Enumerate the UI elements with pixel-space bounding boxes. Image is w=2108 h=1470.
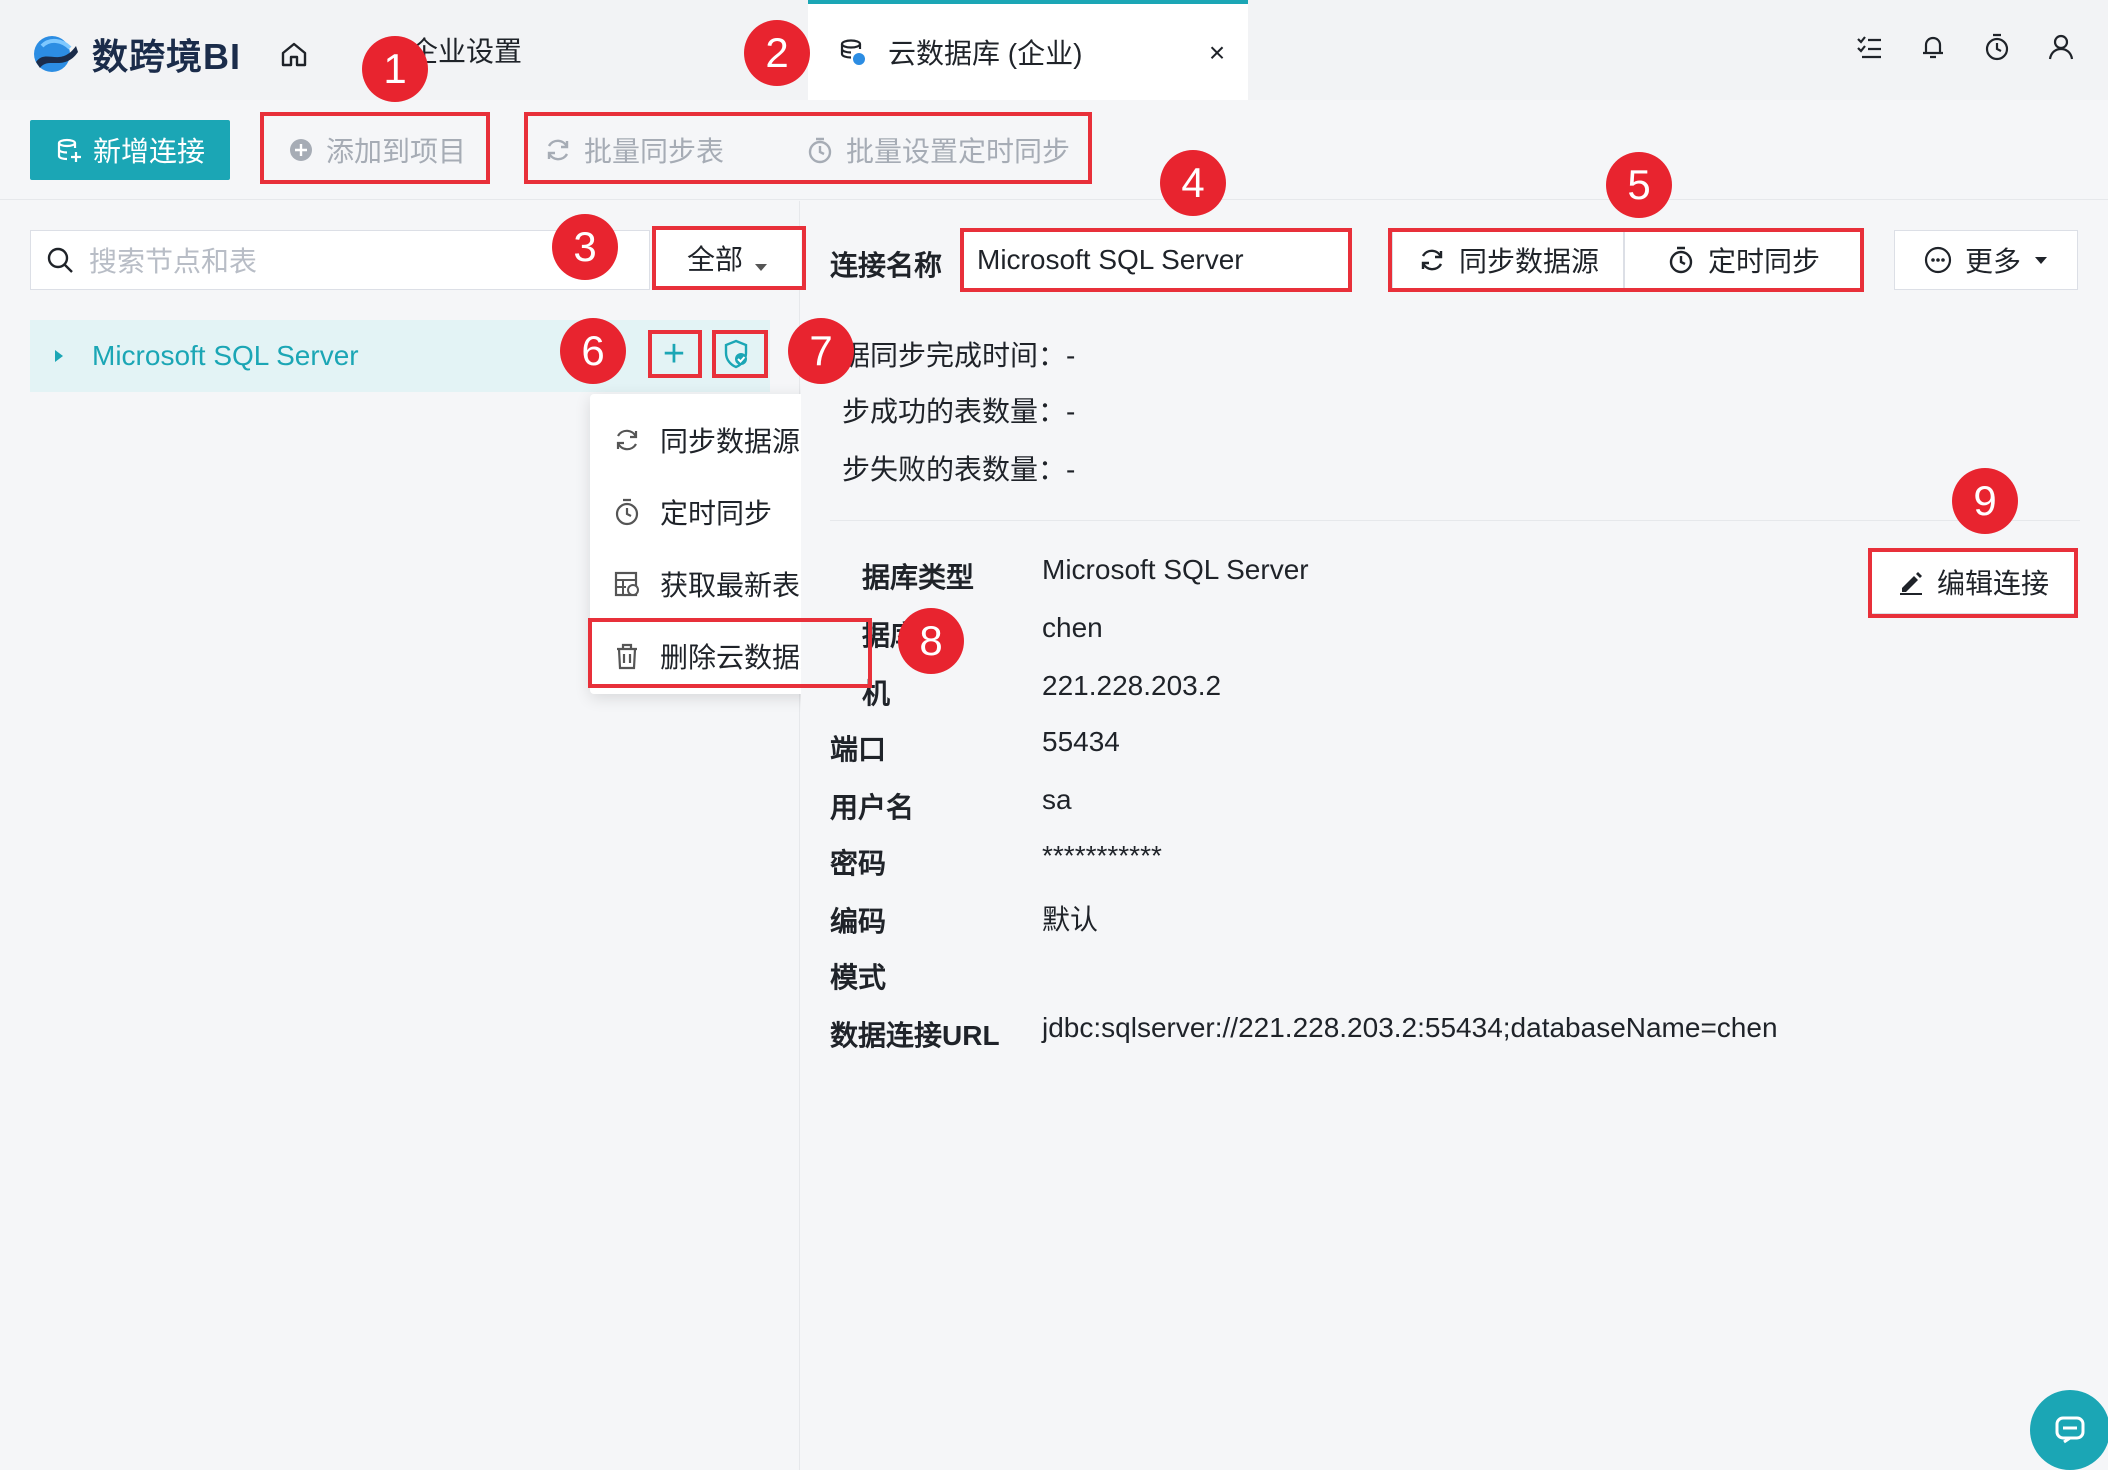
annotation-box-3 bbox=[652, 226, 806, 290]
caret-down-icon bbox=[2035, 257, 2047, 264]
info-value-host: 221.228.203.2 bbox=[1042, 670, 1222, 701]
stat-label: 步失败的表数量： bbox=[842, 454, 1067, 485]
search-icon bbox=[47, 247, 73, 273]
annotation-badge-1: 1 bbox=[362, 36, 428, 102]
chat-support-button[interactable] bbox=[2030, 1390, 2108, 1470]
user-icon[interactable] bbox=[2044, 30, 2078, 64]
tab-cloud-database-label: 云数据库 (企业) bbox=[888, 38, 1083, 69]
annotation-badge-4: 4 bbox=[1160, 150, 1226, 216]
annotation-box-9 bbox=[1868, 548, 2078, 618]
logo-mark-icon bbox=[34, 36, 78, 72]
annotation-box-7 bbox=[712, 330, 768, 378]
info-value-encoding: 默认 bbox=[1042, 904, 1099, 935]
stat-value: - bbox=[1066, 340, 1076, 371]
info-value-port: 55434 bbox=[1042, 726, 1120, 757]
annotation-badge-5: 5 bbox=[1606, 152, 1672, 218]
info-label-schema: 模式 bbox=[830, 962, 887, 993]
new-connection-button[interactable]: 新增连接 bbox=[30, 120, 230, 180]
menu-item-label: 获取最新表 bbox=[660, 570, 801, 601]
info-label-port: 端口 bbox=[830, 734, 887, 765]
timer-icon bbox=[615, 498, 639, 526]
new-connection-label: 新增连接 bbox=[92, 136, 205, 167]
annotation-box-8 bbox=[588, 618, 872, 688]
search-placeholder: 搜索节点和表 bbox=[89, 246, 258, 277]
more-label: 更多 bbox=[1964, 246, 2021, 277]
tab-cloud-database[interactable]: 云数据库 (企业) × bbox=[808, 0, 1248, 100]
annotation-box-5 bbox=[1388, 228, 1864, 292]
chat-icon bbox=[2055, 1416, 2085, 1444]
info-value-url: jdbc:sqlserver://221.228.203.2:55434;dat… bbox=[1042, 1012, 1778, 1043]
app-logo[interactable]: 数跨境BI bbox=[30, 26, 241, 82]
annotation-box-4 bbox=[960, 228, 1352, 292]
divider bbox=[830, 520, 2080, 521]
info-value-db-type: Microsoft SQL Server bbox=[1042, 554, 1309, 585]
info-label-db-type: 据库类型 bbox=[862, 562, 975, 593]
home-icon[interactable] bbox=[270, 30, 318, 78]
stat-label: 据同步完成时间： bbox=[842, 340, 1067, 371]
database-add-icon bbox=[57, 138, 81, 162]
task-list-icon[interactable] bbox=[1852, 30, 1886, 64]
connection-name-label: 连接名称 bbox=[830, 250, 943, 281]
stat-failed-tables: 步失败的表数量：- bbox=[842, 448, 1075, 488]
info-value-username: sa bbox=[1042, 784, 1072, 815]
annotation-badge-9: 9 bbox=[1952, 468, 2018, 534]
more-icon bbox=[1924, 246, 1952, 274]
stat-success-tables: 步成功的表数量：- bbox=[842, 390, 1075, 430]
bell-icon[interactable] bbox=[1916, 30, 1950, 64]
stat-value: - bbox=[1066, 396, 1076, 427]
stat-value: - bbox=[1066, 454, 1076, 485]
app-logo-text: 数跨境BI bbox=[92, 36, 242, 77]
more-button[interactable]: 更多 bbox=[1894, 230, 2078, 290]
annotation-badge-3: 3 bbox=[552, 214, 618, 280]
table-refresh-icon bbox=[614, 571, 639, 597]
annotation-box-1 bbox=[260, 112, 490, 184]
top-right-icons bbox=[1852, 30, 2078, 64]
info-value-db-name: chen bbox=[1042, 612, 1103, 643]
stat-label: 步成功的表数量： bbox=[842, 396, 1067, 427]
stat-sync-finish-time: 据同步完成时间：- bbox=[842, 334, 1075, 374]
annotation-badge-8: 8 bbox=[898, 608, 964, 674]
annotation-box-6 bbox=[648, 330, 702, 378]
menu-item-label: 同步数据源 bbox=[660, 426, 801, 457]
caret-right-icon[interactable] bbox=[52, 349, 66, 363]
annotation-badge-6: 6 bbox=[560, 318, 626, 384]
sync-icon bbox=[616, 429, 638, 451]
info-value-password: *********** bbox=[1042, 840, 1162, 871]
annotation-badge-7: 7 bbox=[788, 318, 854, 384]
info-label-url: 数据连接URL bbox=[830, 1020, 1000, 1051]
database-icon bbox=[840, 39, 865, 65]
close-icon[interactable]: × bbox=[1202, 38, 1232, 68]
info-label-password: 密码 bbox=[830, 848, 887, 879]
info-label-encoding: 编码 bbox=[830, 906, 887, 937]
timer-icon[interactable] bbox=[1980, 30, 2014, 64]
tab-enterprise-settings[interactable]: 企业设置 bbox=[366, 0, 808, 100]
tree-item-label: Microsoft SQL Server bbox=[92, 340, 359, 371]
info-label-username: 用户名 bbox=[830, 792, 915, 823]
menu-item-label: 定时同步 bbox=[660, 498, 773, 529]
annotation-box-batch bbox=[524, 112, 1092, 184]
annotation-badge-2: 2 bbox=[744, 20, 810, 86]
